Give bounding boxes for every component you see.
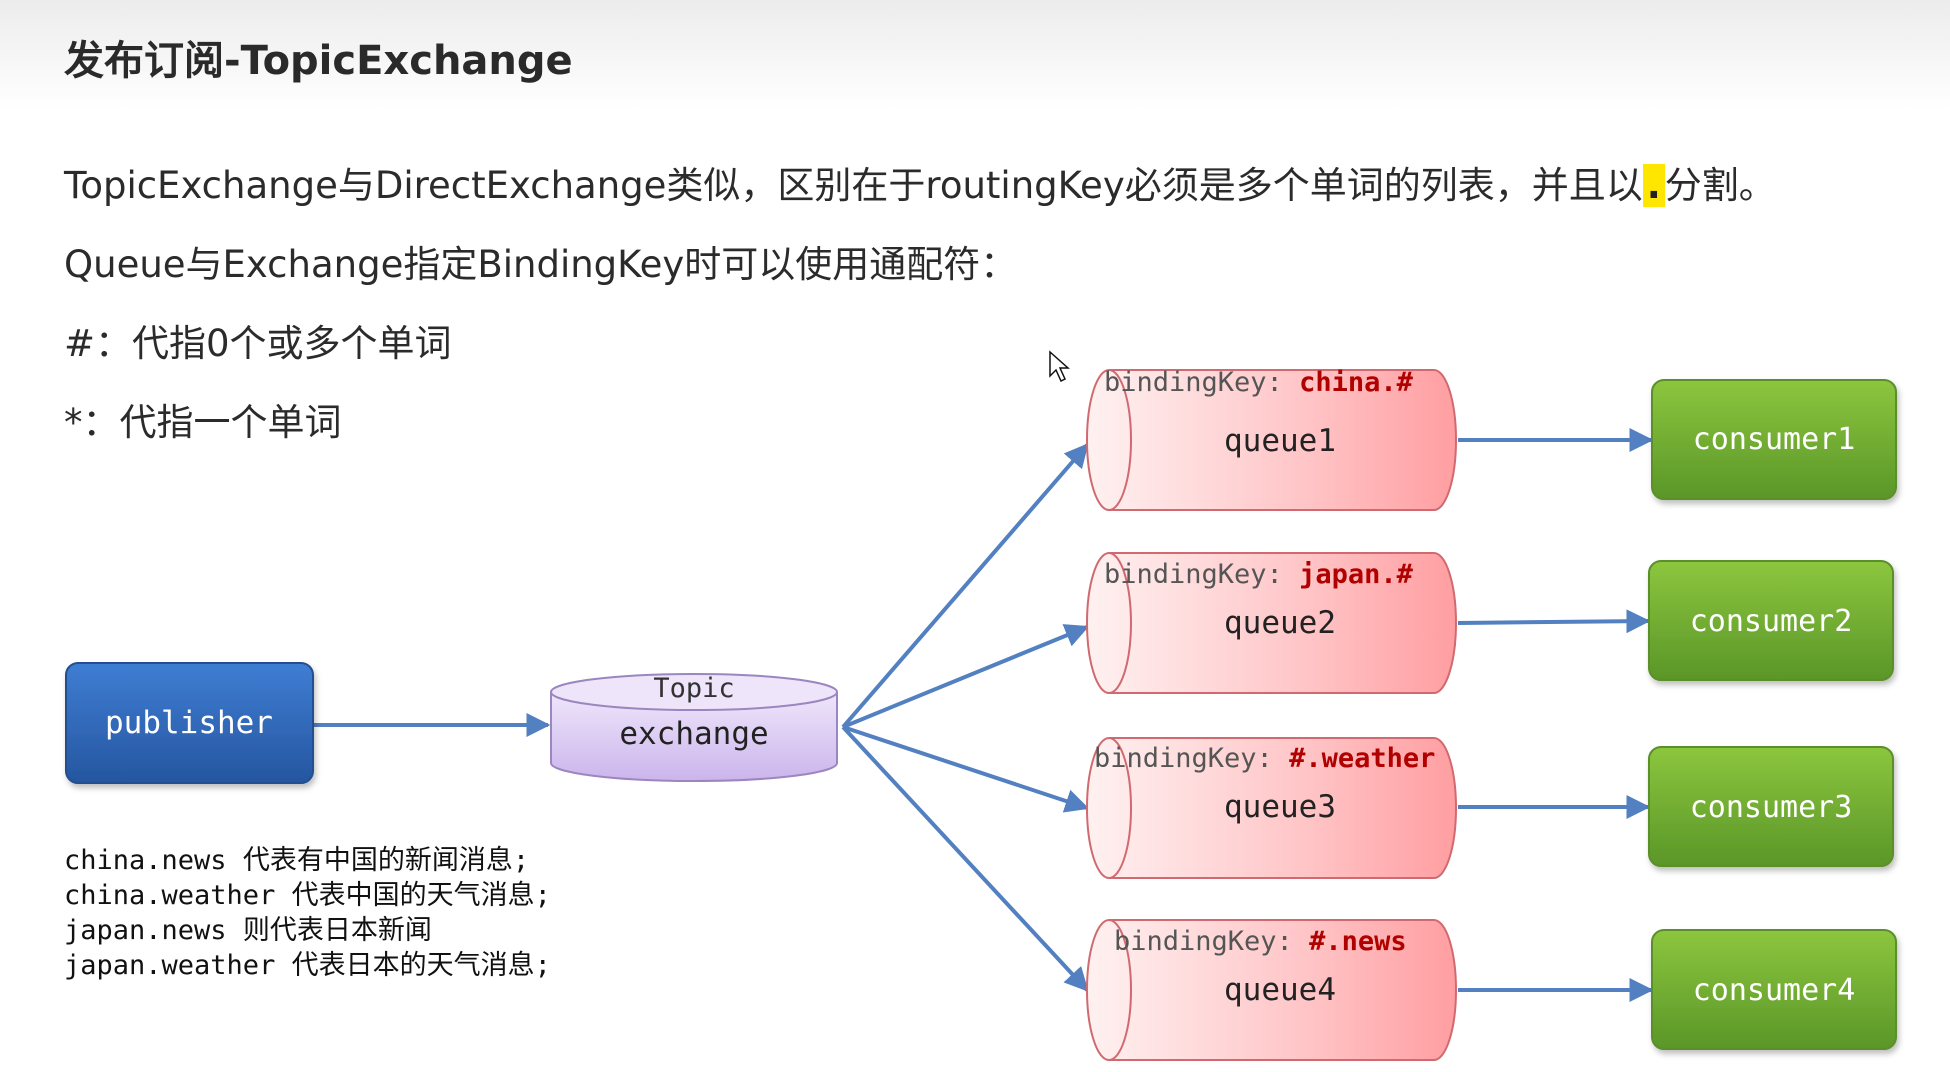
binding-key-1: bindingKey: china.# — [1104, 367, 1414, 398]
example-key: china.weather — [64, 880, 276, 911]
exchange-type-label: Topic — [653, 673, 734, 704]
binding-key-value: china.# — [1299, 367, 1414, 398]
binding-key-prefix: bindingKey: — [1104, 367, 1299, 398]
queue-name: queue3 — [1224, 789, 1336, 825]
mouse-cursor-icon — [1049, 350, 1070, 383]
arrow-queue2-consumer2 — [1457, 609, 1651, 634]
binding-key-prefix: bindingKey: — [1094, 743, 1289, 774]
example-line: japan.weather 代表日本的天气消息; — [64, 948, 551, 983]
binding-key-prefix: bindingKey: — [1104, 559, 1299, 590]
example-desc: 代表中国的天气消息; — [291, 880, 551, 911]
example-line: china.news 代表有中国的新闻消息; — [64, 843, 551, 878]
example-line: japan.news 则代表日本新闻 — [64, 913, 551, 948]
binding-key-prefix: bindingKey: — [1114, 926, 1309, 957]
consumer-label: consumer1 — [1693, 422, 1856, 457]
binding-key-2: bindingKey: japan.# — [1104, 559, 1414, 590]
binding-key-3: bindingKey: #.weather — [1094, 743, 1435, 774]
example-desc: 代表有中国的新闻消息; — [242, 845, 530, 876]
consumer-label: consumer4 — [1693, 973, 1856, 1008]
queue-name: queue4 — [1224, 972, 1336, 1008]
example-key: china.news — [64, 845, 227, 876]
arrow-exchange-queue1 — [841, 443, 1089, 729]
consumer-label: consumer2 — [1690, 604, 1853, 639]
exchange-name-label: exchange — [619, 716, 768, 752]
example-desc: 代表日本的天气消息; — [291, 950, 551, 981]
publisher-label: publisher — [105, 705, 273, 741]
example-line: china.weather 代表中国的天气消息; — [64, 878, 551, 913]
binding-key-value: #.weather — [1289, 743, 1435, 774]
routing-key-examples: china.news 代表有中国的新闻消息; china.weather 代表中… — [64, 843, 551, 983]
binding-key-value: #.news — [1309, 926, 1407, 957]
queue-name: queue2 — [1224, 605, 1336, 641]
binding-key-value: japan.# — [1299, 559, 1414, 590]
arrow-exchange-queue2 — [842, 624, 1090, 729]
example-desc: 则代表日本新闻 — [242, 915, 432, 946]
example-key: japan.weather — [64, 950, 276, 981]
example-key: japan.news — [64, 915, 227, 946]
queue-name: queue1 — [1224, 423, 1336, 459]
consumer-label: consumer3 — [1690, 790, 1853, 825]
binding-key-4: bindingKey: #.news — [1114, 926, 1407, 957]
